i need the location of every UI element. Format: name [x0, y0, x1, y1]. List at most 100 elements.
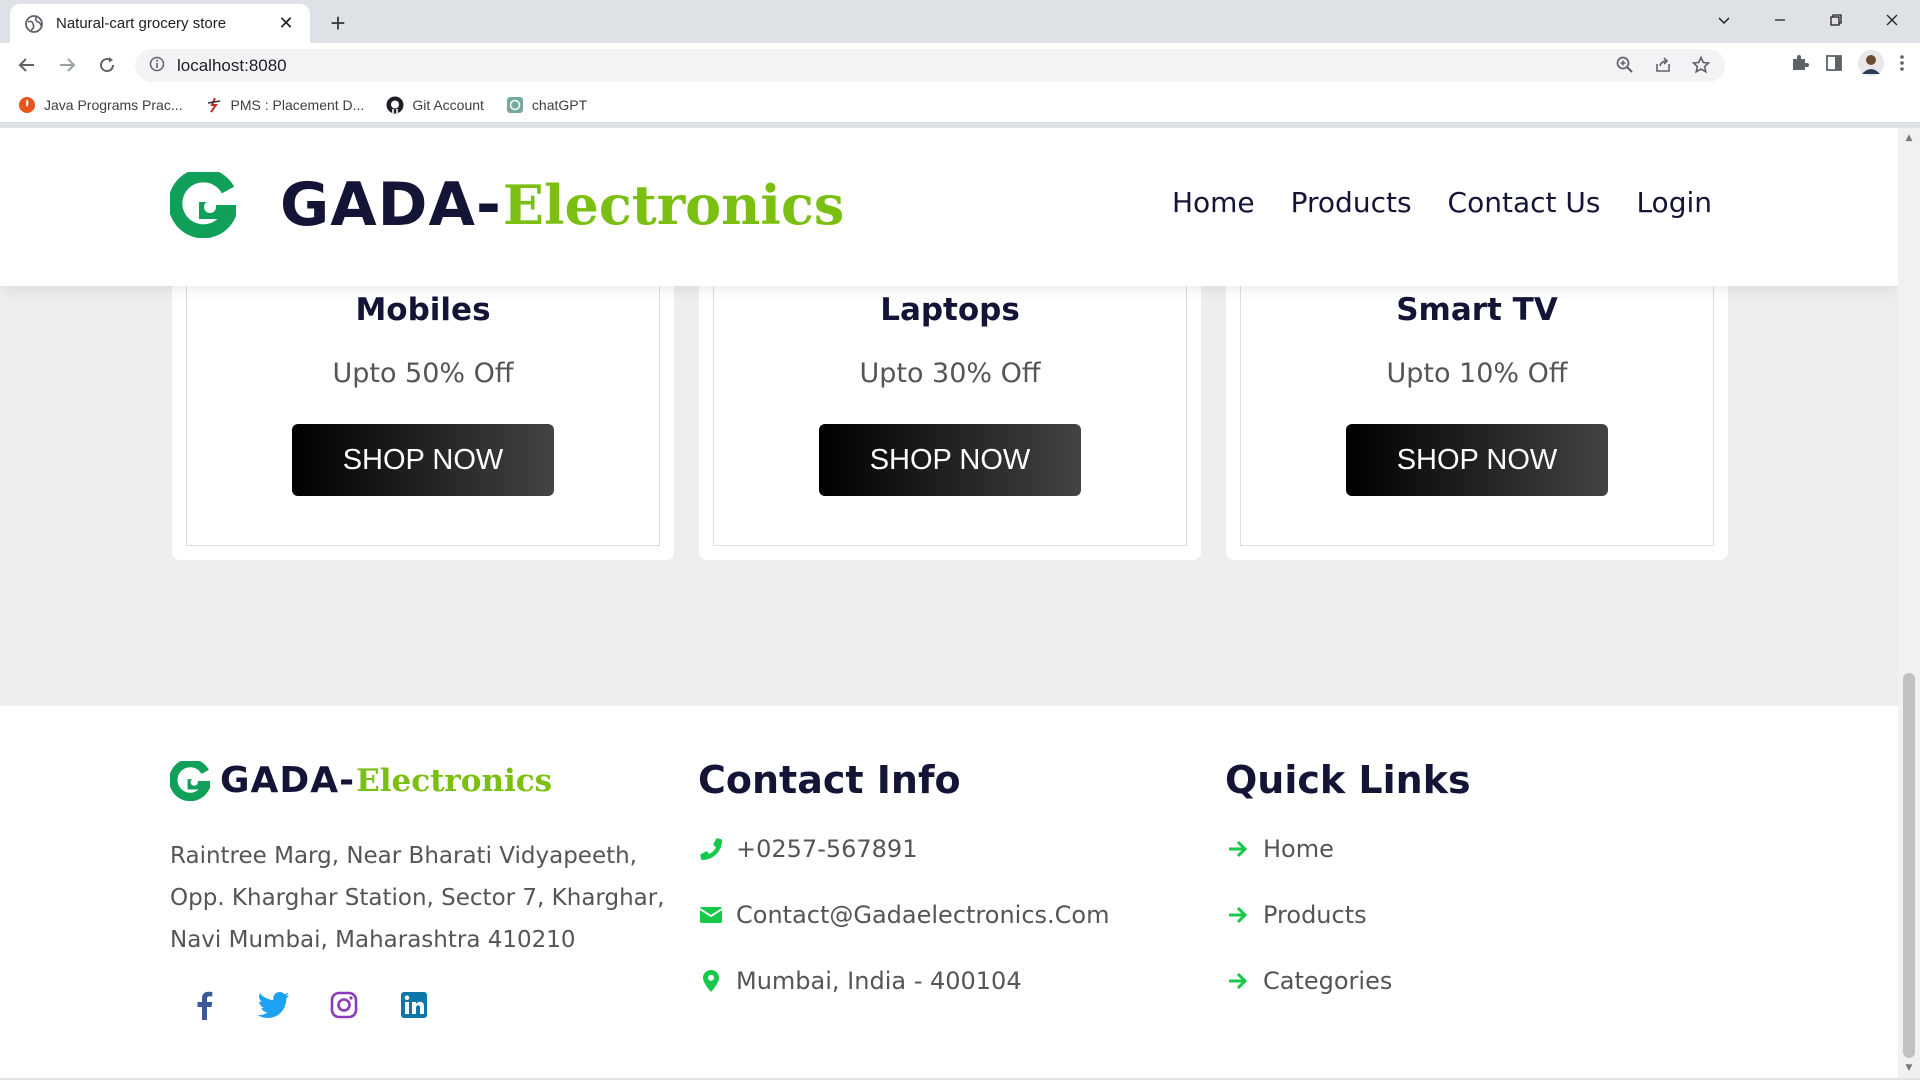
bookmark-java[interactable]: Java Programs Prac... — [18, 96, 183, 114]
card-inner: Smart TV Upto 10% Off SHOP NOW — [1240, 282, 1714, 546]
new-tab-button[interactable]: + — [322, 7, 354, 39]
browser-tab-bar: Natural-cart grocery store ✕ + — [0, 0, 1920, 43]
bookmark-git[interactable]: Git Account — [386, 96, 484, 114]
nav-contact-link[interactable]: Contact Us — [1448, 186, 1601, 219]
toolbar-right-actions — [1790, 50, 1906, 80]
close-tab-icon[interactable]: ✕ — [276, 13, 296, 34]
site-footer: GADA - Electronics Raintree Marg, Near B… — [0, 706, 1898, 1078]
nav-products-link[interactable]: Products — [1291, 186, 1412, 219]
contact-location-text: Mumbai, India - 400104 — [736, 967, 1022, 995]
site-logo[interactable]: GADA - Electronics — [168, 168, 845, 240]
footer-brand-subname: Electronics — [356, 762, 553, 799]
window-controls — [1696, 0, 1920, 40]
card-inner: Laptops Upto 30% Off SHOP NOW — [713, 282, 1187, 546]
social-links — [170, 989, 670, 1021]
envelope-icon — [698, 902, 724, 928]
nav-home-link[interactable]: Home — [1172, 186, 1255, 219]
location-pin-icon — [698, 968, 724, 994]
scrollbar-thumb[interactable] — [1903, 673, 1915, 1058]
zoom-icon[interactable] — [1615, 55, 1635, 79]
share-icon[interactable] — [1653, 55, 1673, 79]
close-window-button[interactable] — [1864, 0, 1920, 40]
footer-about: GADA - Electronics Raintree Marg, Near B… — [169, 758, 670, 1021]
card-inner: Mobiles Upto 50% Off SHOP NOW — [186, 282, 660, 546]
quick-link-home[interactable]: Home — [1225, 830, 1725, 868]
quick-link-products[interactable]: Products — [1225, 896, 1725, 934]
twitter-icon[interactable] — [258, 989, 290, 1021]
bookmark-label: chatGPT — [531, 96, 588, 113]
bookmark-pms[interactable]: PMS : Placement D... — [205, 96, 365, 114]
address-line: Raintree Marg, Near Bharati Vidyapeeth, — [170, 843, 637, 869]
scroll-up-arrow-icon[interactable]: ▲ — [1898, 130, 1920, 146]
browser-tab[interactable]: Natural-cart grocery store ✕ — [10, 4, 310, 43]
bookmark-label: PMS : Placement D... — [230, 96, 365, 113]
address-bar[interactable]: localhost:8080 — [135, 49, 1725, 82]
address-line: Navi Mumbai, Maharashtra 410210 — [170, 927, 576, 953]
contact-email-text: Contact@Gadaelectronics.Com — [736, 901, 1110, 929]
quick-link-label: Products — [1263, 901, 1367, 929]
card-title: Laptops — [880, 292, 1020, 328]
footer-quick-links: Quick Links Home Products Categories — [1225, 758, 1725, 1000]
phone-icon — [698, 836, 724, 862]
nav-login-link[interactable]: Login — [1636, 186, 1712, 219]
arrow-right-icon — [1225, 836, 1251, 862]
shop-now-button[interactable]: SHOP NOW — [1346, 424, 1608, 496]
page-viewport: Mobiles Upto 50% Off SHOP NOW Laptops Up… — [0, 128, 1898, 1078]
card-title: Smart TV — [1396, 292, 1558, 328]
bookmark-chatgpt[interactable]: chatGPT — [506, 96, 587, 114]
quick-link-label: Categories — [1263, 967, 1393, 995]
arrow-right-icon — [1225, 968, 1251, 994]
quick-link-categories[interactable]: Categories — [1225, 962, 1725, 1000]
contact-phone-text: +0257-567891 — [736, 835, 918, 863]
category-cards: Mobiles Upto 50% Off SHOP NOW Laptops Up… — [172, 268, 1732, 560]
side-panel-icon[interactable] — [1824, 53, 1844, 77]
brand-name: GADA — [280, 170, 476, 240]
forward-arrow-icon[interactable] — [52, 50, 82, 80]
brand-subname: Electronics — [502, 173, 845, 237]
card-offer: Upto 10% Off — [1386, 358, 1568, 389]
arrow-right-icon — [1225, 902, 1251, 928]
contact-phone[interactable]: +0257-567891 — [698, 830, 1198, 868]
minimize-button[interactable] — [1752, 0, 1808, 40]
footer-contact: Contact Info +0257-567891 Contact@Gadael… — [698, 758, 1198, 1000]
contact-email[interactable]: Contact@Gadaelectronics.Com — [698, 896, 1198, 934]
quick-link-label: Home — [1263, 835, 1334, 863]
bookmark-label: Git Account — [412, 96, 484, 113]
java-icon — [18, 96, 36, 114]
pms-icon — [205, 96, 223, 114]
address-bar-actions — [1615, 55, 1711, 79]
tab-search-icon[interactable] — [1696, 0, 1752, 40]
reload-icon[interactable] — [92, 50, 122, 80]
restore-button[interactable] — [1808, 0, 1864, 40]
quick-links-heading: Quick Links — [1225, 758, 1471, 802]
address-line: Opp. Kharghar Station, Sector 7, Khargha… — [170, 885, 665, 911]
page-scrollbar[interactable]: ▲ ▼ — [1898, 128, 1920, 1078]
category-card-mobiles: Mobiles Upto 50% Off SHOP NOW — [172, 268, 674, 560]
browser-toolbar: localhost:8080 — [0, 43, 1920, 87]
scroll-down-arrow-icon[interactable]: ▼ — [1898, 1060, 1920, 1076]
contact-location[interactable]: Mumbai, India - 400104 — [698, 962, 1198, 1000]
tab-title: Natural-cart grocery store — [56, 15, 227, 32]
shop-now-button[interactable]: SHOP NOW — [819, 424, 1081, 496]
facebook-icon[interactable] — [188, 989, 220, 1021]
site-info-icon[interactable] — [149, 56, 165, 76]
footer-logo[interactable]: GADA - Electronics — [169, 758, 670, 801]
extensions-puzzle-icon[interactable] — [1790, 53, 1810, 77]
github-icon — [386, 96, 404, 114]
contact-heading: Contact Info — [698, 758, 961, 802]
logo-g-icon — [169, 758, 213, 801]
url-text: localhost:8080 — [177, 55, 287, 75]
category-card-smart-tv: Smart TV Upto 10% Off SHOP NOW — [1226, 268, 1728, 560]
footer-brand-dash: - — [339, 760, 355, 801]
browser-menu-icon[interactable] — [1898, 53, 1906, 77]
category-card-laptops: Laptops Upto 30% Off SHOP NOW — [699, 268, 1201, 560]
instagram-icon[interactable] — [328, 989, 360, 1021]
linkedin-icon[interactable] — [398, 989, 430, 1021]
shop-now-button[interactable]: SHOP NOW — [292, 424, 554, 496]
card-offer: Upto 50% Off — [332, 358, 514, 389]
footer-address: Raintree Marg, Near Bharati Vidyapeeth, … — [170, 835, 670, 961]
back-arrow-icon[interactable] — [12, 50, 42, 80]
chatgpt-icon — [506, 96, 524, 114]
bookmark-star-icon[interactable] — [1691, 55, 1711, 79]
profile-avatar[interactable] — [1858, 50, 1884, 80]
